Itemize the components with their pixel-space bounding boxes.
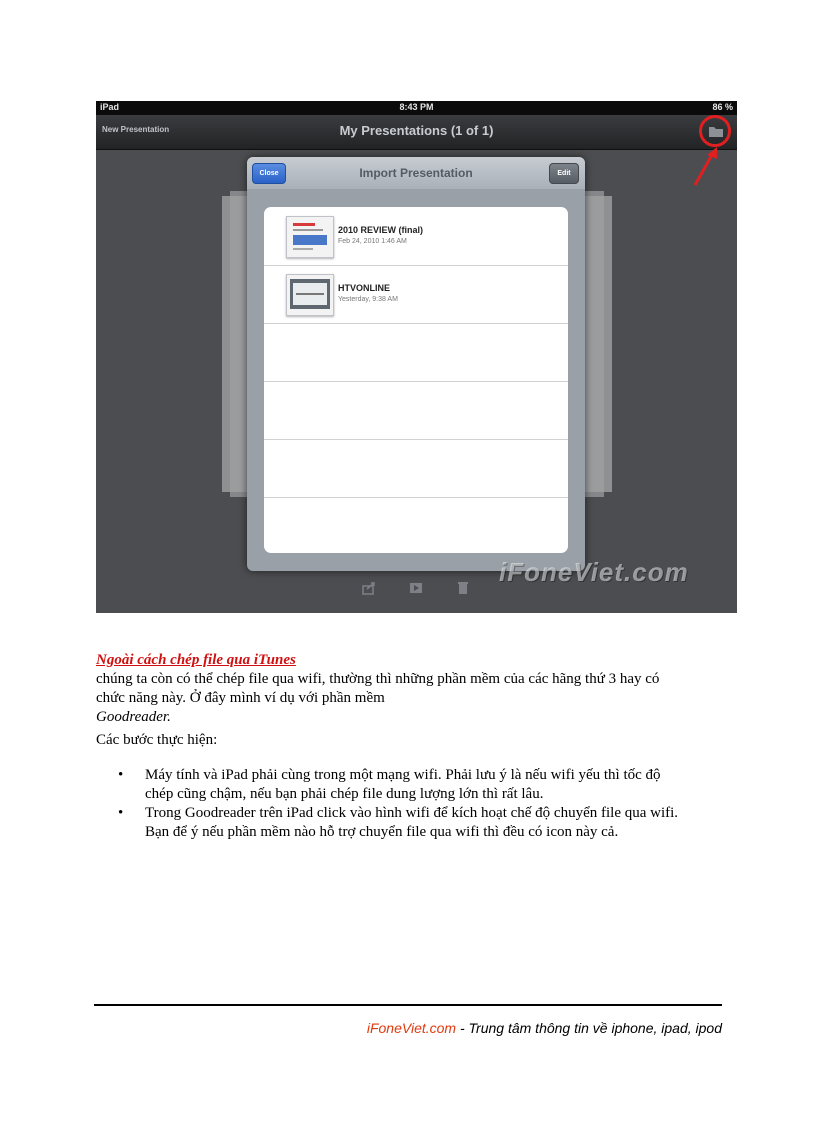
slide-thumbnail-icon (293, 223, 327, 250)
presentation-thumbnail (286, 216, 334, 258)
step-line: Trong Goodreader trên iPad click vào hìn… (145, 805, 679, 821)
step-line: Máy tính và iPad phải cùng trong một mạn… (145, 767, 661, 783)
status-bar: iPad 8:43 PM 86 % (96, 101, 737, 115)
empty-row (264, 381, 568, 440)
list-item: • Trong Goodreader trên iPad click vào h… (96, 804, 736, 842)
presentation-name: HTVONLINE (338, 283, 391, 293)
list-item[interactable]: 2010 REVIEW (final) Feb 24, 2010 1:46 AM (264, 207, 568, 266)
list-item: • Máy tính và iPad phải cùng trong một m… (96, 766, 736, 804)
steps-label: Các bước thực hiện: (96, 732, 218, 748)
page-footer: iFoneViet.com - Trung tâm thông tin về i… (96, 1020, 722, 1036)
presentation-thumbnail (286, 274, 334, 316)
presentation-date: Feb 24, 2010 1:46 AM (338, 238, 407, 245)
popover-title: Import Presentation (359, 166, 473, 180)
para-line: chức năng này. Ở đây mình ví dụ với phần… (96, 690, 385, 706)
watermark: iFoneViet.com (499, 557, 689, 587)
share-icon[interactable] (362, 581, 376, 595)
nav-title: My Presentations (1 of 1) (339, 123, 494, 138)
play-icon[interactable] (409, 581, 423, 595)
arrow-icon (693, 147, 717, 186)
bullet-icon: • (118, 767, 124, 783)
steps-list: • Máy tính và iPad phải cùng trong một m… (96, 766, 736, 842)
step-line: chép cũng chậm, nếu bạn phải chép file d… (145, 786, 544, 802)
footer-divider (94, 1004, 722, 1006)
presentation-date: Yesterday, 9:38 AM (338, 296, 398, 303)
edit-button[interactable]: Edit (549, 163, 579, 184)
nav-bar: New Presentation My Presentations (1 of … (96, 115, 737, 150)
bullet-icon: • (118, 805, 124, 821)
presentation-list: 2010 REVIEW (final) Feb 24, 2010 1:46 AM… (264, 207, 568, 553)
status-battery: 86 % (712, 102, 733, 112)
list-item[interactable]: HTVONLINE Yesterday, 9:38 AM (264, 265, 568, 324)
para-line: chúng ta còn có thể chép file qua wifi, … (96, 671, 660, 687)
status-time: 8:43 PM (399, 102, 434, 112)
empty-row (264, 439, 568, 498)
import-presentation-popover: Close Import Presentation Edit 2010 REVI… (247, 157, 585, 571)
trash-icon[interactable] (456, 581, 470, 595)
app-name: Goodreader. (96, 709, 171, 725)
step-line: Bạn để ý nếu phần mềm nào hỗ trợ chuyển … (145, 824, 619, 840)
highlight-circle (699, 115, 731, 147)
ipad-screenshot: iPad 8:43 PM 86 % New Presentation My Pr… (96, 101, 737, 613)
footer-brand[interactable]: iFoneViet.com (367, 1020, 456, 1036)
footer-tagline: - Trung tâm thông tin về iphone, ipad, i… (456, 1020, 722, 1036)
intro-paragraph: chúng ta còn có thể chép file qua wifi, … (96, 670, 736, 727)
slide-thumbnail-icon (290, 279, 330, 309)
presentation-name: 2010 REVIEW (final) (338, 225, 424, 235)
empty-row (264, 497, 568, 553)
popover-header: Close Import Presentation Edit (247, 157, 585, 189)
itunes-link[interactable]: Ngoài cách chép file qua iTunes (96, 652, 296, 669)
empty-row (264, 323, 568, 382)
